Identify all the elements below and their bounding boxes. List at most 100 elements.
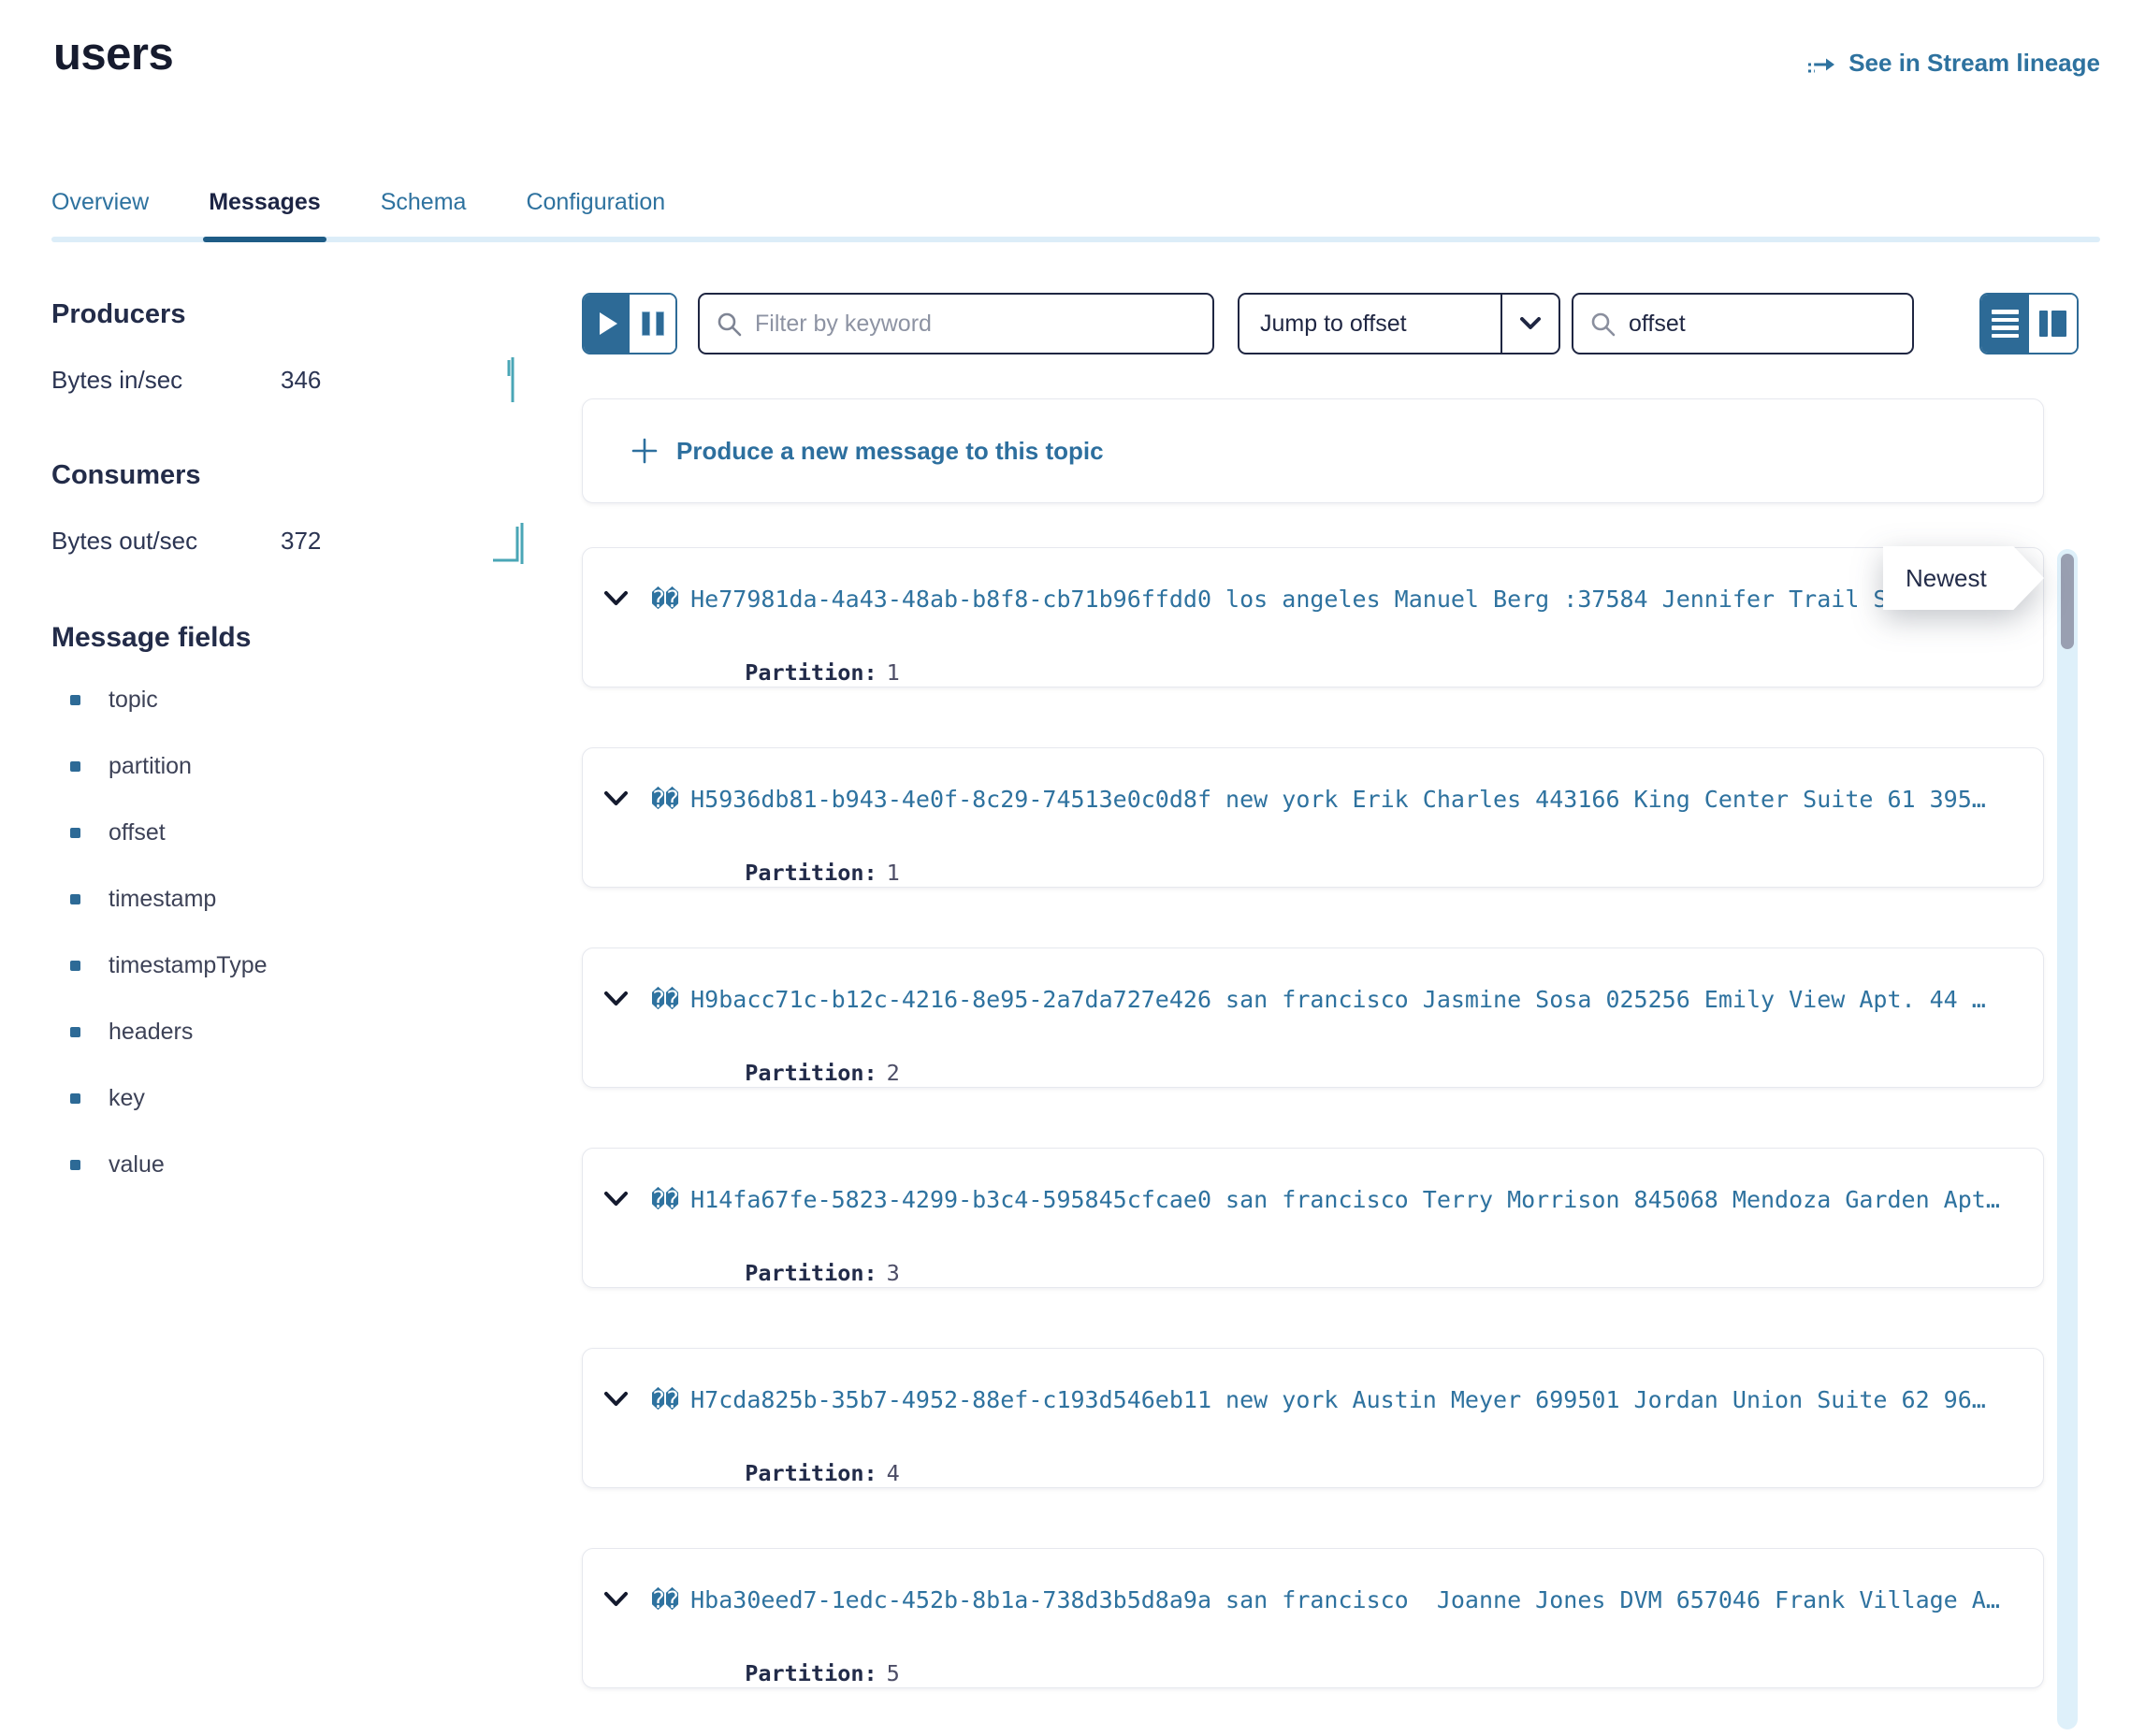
jump-to-offset-select[interactable]: Jump to offset xyxy=(1238,293,1560,354)
column-view-button[interactable] xyxy=(2029,295,2077,353)
tab-schema[interactable]: Schema xyxy=(381,189,467,242)
stream-lineage-icon xyxy=(1806,51,1836,76)
tab-bar: Overview Messages Schema Configuration xyxy=(51,189,2100,242)
partition-value: 1 xyxy=(887,860,900,886)
offset-value: 167 xyxy=(847,1086,886,1088)
consumers-metric-row: Bytes out/sec 372 xyxy=(51,514,530,567)
message-meta: Partition:1 Offset:120 Timestamp:1659644… xyxy=(639,633,2043,687)
pause-button[interactable] xyxy=(630,295,675,353)
play-pause-toggle xyxy=(582,293,677,354)
partition-value: 1 xyxy=(887,659,900,686)
field-item-key[interactable]: key xyxy=(51,1087,530,1110)
view-mode-toggle xyxy=(1979,293,2079,354)
scrollbar-track[interactable] xyxy=(2057,549,2078,1729)
message-row[interactable]: �� H5936db81-b943-4e0f-8c29-74513e0c0d8f… xyxy=(582,747,2044,888)
message-fields-heading: Message fields xyxy=(51,621,530,655)
partition-value: 4 xyxy=(887,1460,900,1486)
jump-to-offset-value: Jump to offset xyxy=(1239,295,1500,353)
field-item-headers[interactable]: headers xyxy=(51,1020,530,1044)
field-item-timestamp[interactable]: timestamp xyxy=(51,888,530,911)
stream-lineage-link[interactable]: See in Stream lineage xyxy=(1806,49,2100,78)
message-preview: He77981da-4a43-48ab-b8f8-cb71b96ffdd0 lo… xyxy=(690,586,1887,613)
field-item-offset[interactable]: offset xyxy=(51,821,530,845)
key-glyphs: �� xyxy=(651,786,679,813)
message-meta: Partition:4 Offset:127 Timestamp:1659644… xyxy=(639,1434,2043,1488)
field-bullet-icon xyxy=(70,961,80,971)
produce-message-label: Produce a new message to this topic xyxy=(676,437,1104,466)
partition-value: 2 xyxy=(887,1060,900,1086)
field-item-topic[interactable]: topic xyxy=(51,688,530,712)
message-meta: Partition:1 Offset:119 Timestamp:1659644… xyxy=(639,833,2043,888)
offset-value: 141 xyxy=(847,1286,886,1288)
field-bullet-icon xyxy=(70,761,80,772)
chevron-down-icon[interactable] xyxy=(603,1591,629,1609)
tab-overview[interactable]: Overview xyxy=(51,189,149,242)
list-view-icon xyxy=(1992,310,2019,338)
topic-messages-page: users See in Stream lineage Overview Mes… xyxy=(0,0,2131,1736)
key-glyphs: �� xyxy=(651,1386,679,1413)
field-bullet-icon xyxy=(70,828,80,838)
message-row[interactable]: �� H7cda825b-35b7-4952-88ef-c193d546eb11… xyxy=(582,1348,2044,1488)
messages-toolbar: Jump to offset xyxy=(582,293,2079,354)
key-glyphs: �� xyxy=(651,586,679,613)
chevron-down-icon[interactable] xyxy=(603,790,629,808)
pause-icon xyxy=(642,311,664,336)
keyword-filter-input[interactable] xyxy=(755,311,1212,338)
message-meta: Partition:2 Offset:167 Timestamp:1659644… xyxy=(639,1034,2043,1088)
message-fields-list: topic partition offset timestamp timesta… xyxy=(51,688,530,1177)
search-icon xyxy=(1590,311,1616,337)
message-preview: H5936db81-b943-4e0f-8c29-74513e0c0d8f ne… xyxy=(690,786,1986,813)
chevron-down-icon[interactable] xyxy=(603,1191,629,1208)
chevron-down-icon[interactable] xyxy=(603,590,629,608)
message-preview: Hba30eed7-1edc-452b-8b1a-738d3b5d8a9a sa… xyxy=(690,1586,2000,1613)
chevron-down-icon[interactable] xyxy=(603,1391,629,1409)
newest-tooltip-label: Newest xyxy=(1883,546,2044,610)
offset-value: 119 xyxy=(847,886,886,888)
chevron-down-icon[interactable] xyxy=(603,991,629,1008)
field-item-value[interactable]: value xyxy=(51,1153,530,1177)
partition-value: 5 xyxy=(887,1660,900,1686)
bytes-out-value: 372 xyxy=(281,527,321,556)
offset-value: 163 xyxy=(847,1686,886,1688)
producers-heading: Producers xyxy=(51,297,530,331)
search-icon xyxy=(717,311,742,337)
message-preview: H9bacc71c-b12c-4216-8e95-2a7da727e426 sa… xyxy=(690,986,1986,1013)
column-view-icon xyxy=(2039,311,2066,337)
list-view-button[interactable] xyxy=(1981,295,2029,353)
field-item-partition[interactable]: partition xyxy=(51,755,530,778)
message-row[interactable]: �� H14fa67fe-5823-4299-b3c4-595845cfcae0… xyxy=(582,1148,2044,1288)
message-row[interactable]: �� Hba30eed7-1edc-452b-8b1a-738d3b5d8a9a… xyxy=(582,1548,2044,1688)
page-title: users xyxy=(53,28,173,80)
offset-value: 120 xyxy=(847,686,886,687)
scrollbar-thumb[interactable] xyxy=(2061,554,2074,649)
newest-tooltip: Newest xyxy=(1883,546,2044,610)
plus-icon xyxy=(631,438,658,464)
play-icon xyxy=(600,312,617,335)
message-row[interactable]: �� He77981da-4a43-48ab-b8f8-cb71b96ffdd0… xyxy=(582,547,2044,687)
play-button[interactable] xyxy=(584,295,630,353)
offset-search xyxy=(1572,293,1914,354)
tab-configuration[interactable]: Configuration xyxy=(526,189,665,242)
produce-message-button[interactable]: Produce a new message to this topic xyxy=(582,398,2044,503)
producers-metric-row: Bytes in/sec 346 xyxy=(51,354,530,406)
stream-lineage-label: See in Stream lineage xyxy=(1848,49,2100,78)
tab-messages[interactable]: Messages xyxy=(209,189,321,242)
message-meta: Partition:5 Offset:163 Timestamp:1659644… xyxy=(639,1634,2043,1688)
field-bullet-icon xyxy=(70,1093,80,1104)
field-item-timestampType[interactable]: timestampType xyxy=(51,954,530,977)
consumers-sparkline xyxy=(491,515,530,566)
bytes-in-label: Bytes in/sec xyxy=(51,366,281,395)
partition-value: 3 xyxy=(887,1260,900,1286)
field-bullet-icon xyxy=(70,1027,80,1037)
message-preview: H14fa67fe-5823-4299-b3c4-595845cfcae0 sa… xyxy=(690,1186,2000,1213)
message-meta: Partition:3 Offset:141 Timestamp:1659644… xyxy=(639,1234,2043,1288)
key-glyphs: �� xyxy=(651,986,679,1013)
message-row[interactable]: �� H9bacc71c-b12c-4216-8e95-2a7da727e426… xyxy=(582,948,2044,1088)
key-glyphs: �� xyxy=(651,1186,679,1213)
offset-search-input[interactable] xyxy=(1629,311,1930,338)
message-preview: H7cda825b-35b7-4952-88ef-c193d546eb11 ne… xyxy=(690,1386,1986,1413)
sidebar: Producers Bytes in/sec 346 Consumers Byt… xyxy=(51,297,530,1220)
chevron-down-icon xyxy=(1502,295,1558,353)
bytes-in-value: 346 xyxy=(281,366,321,395)
key-glyphs: �� xyxy=(651,1586,679,1613)
